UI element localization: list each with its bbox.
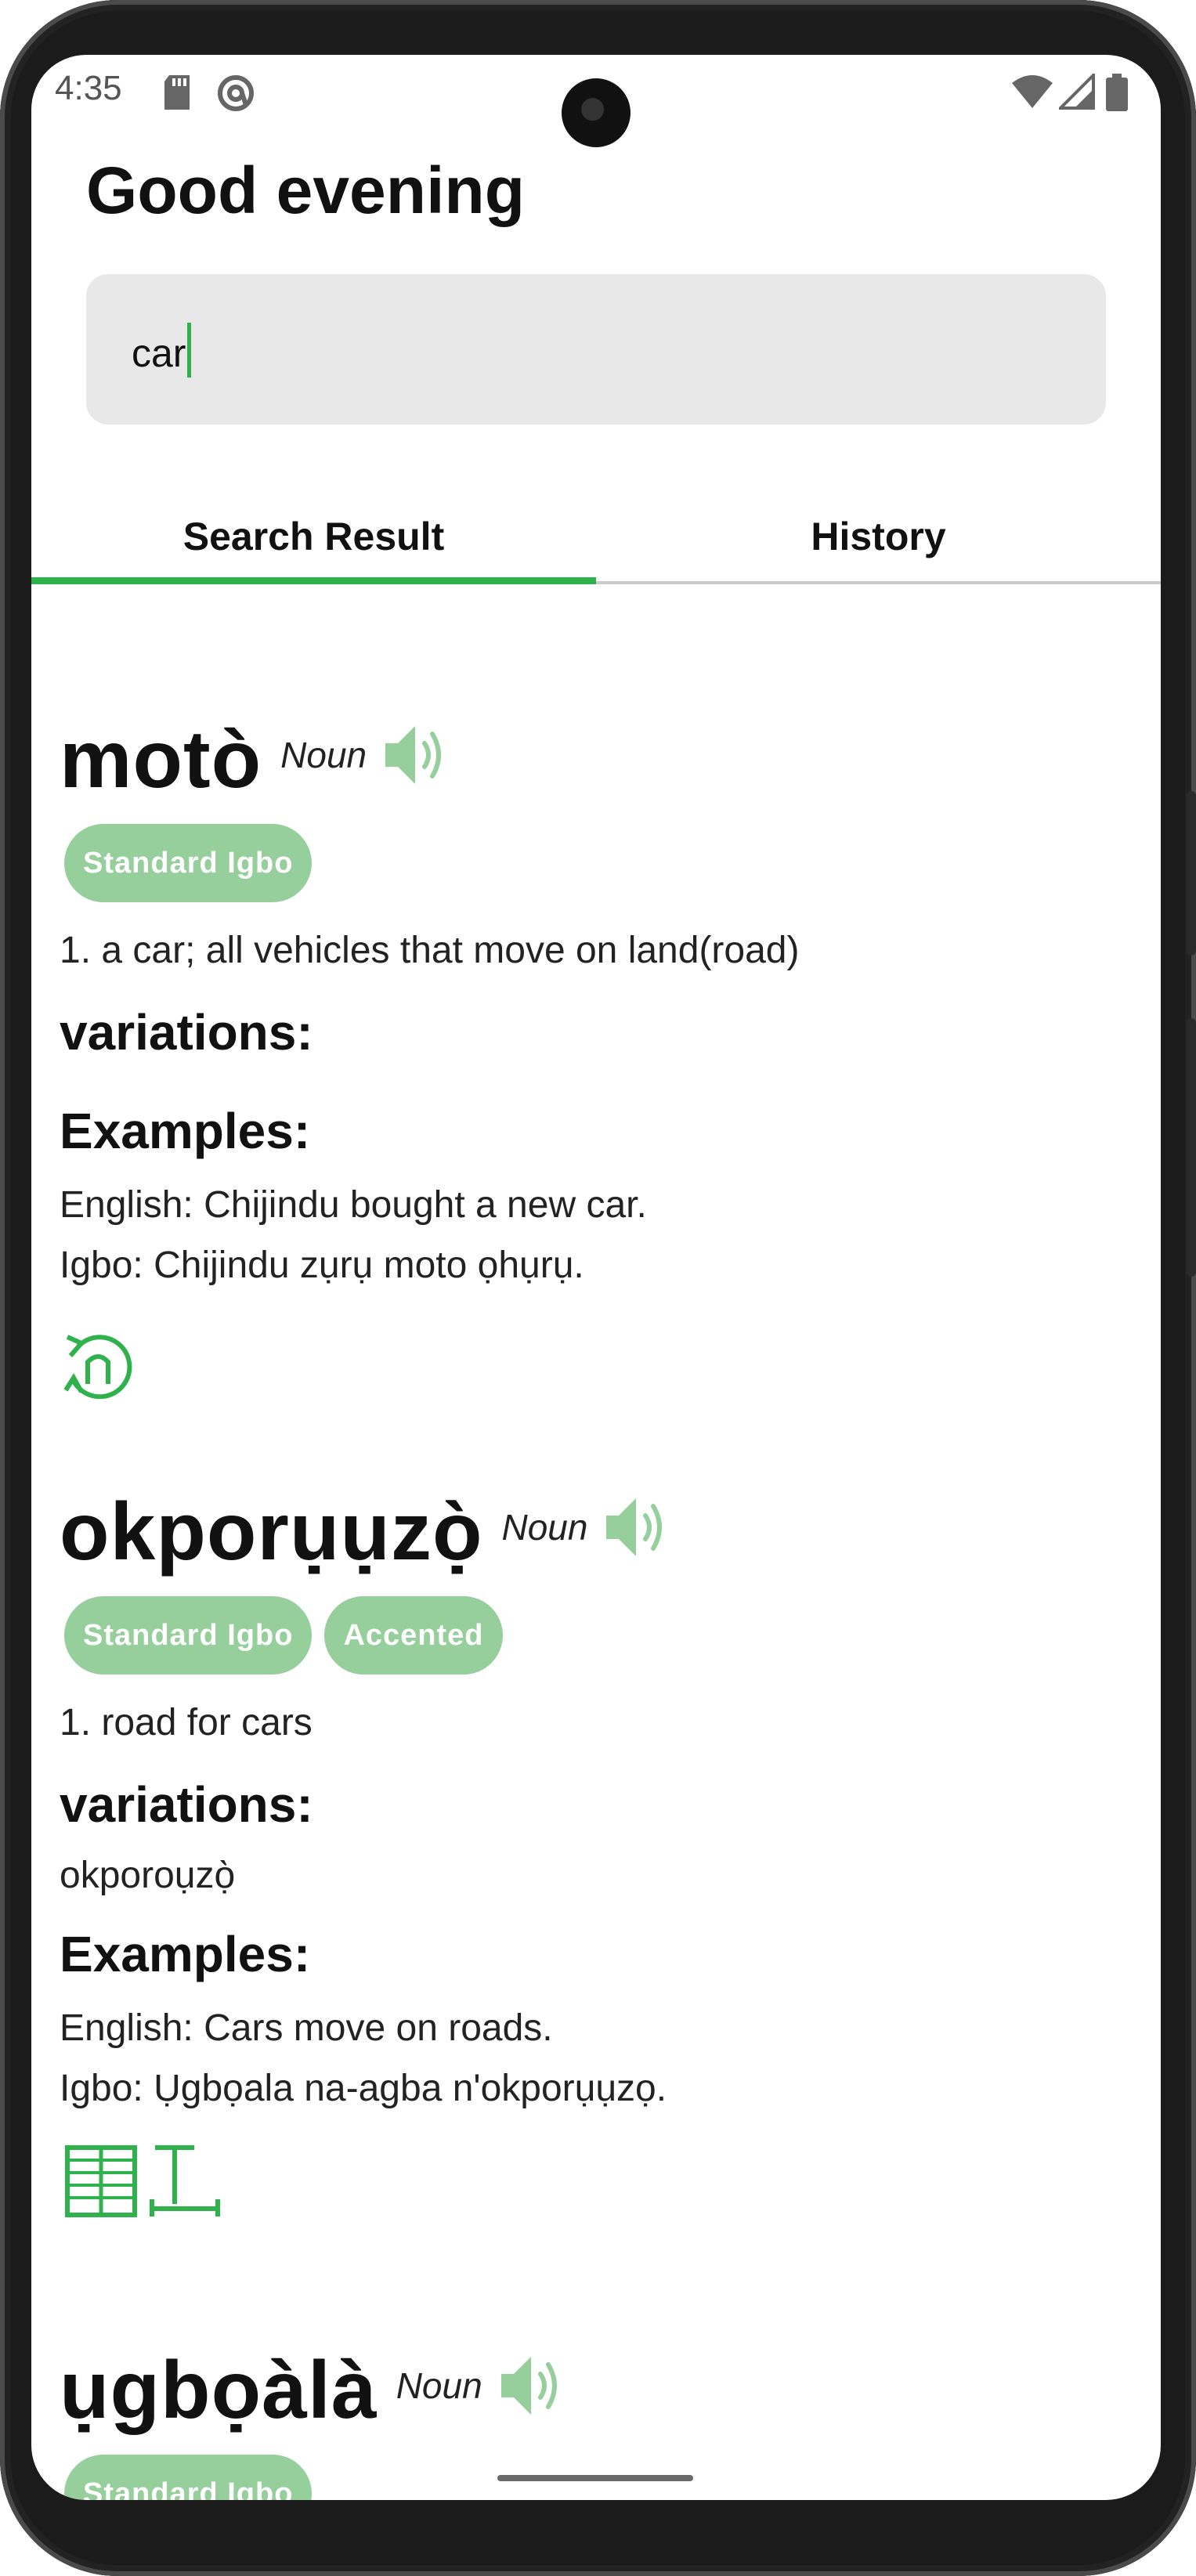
- accented-tag: Accented: [324, 1596, 503, 1675]
- example-english: English: Cars move on roads.: [60, 2007, 553, 2049]
- entry-part-of-speech: Noun: [396, 2365, 482, 2406]
- variation-text: okporoụzọ̀: [60, 1855, 236, 1896]
- screen: 4:35 Good evening car Search Result Hist…: [31, 55, 1161, 2500]
- signal-icon: [1059, 74, 1095, 110]
- wifi-icon: [1012, 75, 1053, 108]
- power-button: [1187, 791, 1196, 956]
- entry-word: ụgbọàlà: [60, 2344, 378, 2436]
- speaker-icon[interactable]: [379, 720, 450, 790]
- result-entry[interactable]: okporụụzọ̀ Noun Standard Igbo Accented 1…: [60, 1485, 1140, 2223]
- variations-heading: variations:: [60, 1004, 313, 1060]
- example-english: English: Chijindu bought a new car.: [60, 1184, 647, 1226]
- entry-part-of-speech: Noun: [280, 735, 367, 775]
- nsibidi-symbol-icon: [65, 2145, 220, 2217]
- home-indicator[interactable]: [497, 2475, 693, 2481]
- entry-definition: 1. a car; all vehicles that move on land…: [60, 930, 800, 971]
- entry-word: motò: [60, 714, 262, 805]
- examples-heading: Examples:: [60, 1926, 311, 1982]
- active-tab-indicator: [31, 577, 596, 584]
- example-igbo: Igbo: Ụgbọala na-agba n'okporụụzọ.: [60, 2068, 667, 2109]
- tab-bar: Search Result History: [31, 493, 1161, 584]
- dialect-tag: Standard Igbo: [64, 2455, 313, 2500]
- search-input-value: car: [132, 331, 186, 375]
- battery-icon: [1106, 74, 1128, 111]
- nsibidi-symbol-icon: [63, 1335, 132, 1400]
- result-entry[interactable]: motò Noun Standard Igbo 1. a car; all ve…: [60, 713, 1140, 1411]
- at-icon: [218, 75, 254, 111]
- examples-heading: Examples:: [60, 1103, 311, 1159]
- example-igbo: Igbo: Chijindu zụrụ moto ọhụrụ.: [60, 1245, 584, 1286]
- search-input[interactable]: car: [86, 274, 1106, 425]
- device-frame: 4:35 Good evening car Search Result Hist…: [0, 0, 1196, 2576]
- tab-search-result[interactable]: Search Result: [31, 493, 596, 584]
- volume-button: [1187, 1018, 1196, 1277]
- entry-word: okporụụzọ̀: [60, 1486, 483, 1577]
- text-caret: [187, 323, 192, 378]
- variations-heading: variations:: [60, 1776, 313, 1833]
- tab-history[interactable]: History: [596, 493, 1161, 584]
- speaker-icon[interactable]: [495, 2350, 565, 2421]
- speaker-icon[interactable]: [600, 1492, 670, 1563]
- front-camera: [562, 78, 631, 147]
- dialect-tag: Standard Igbo: [64, 1596, 313, 1675]
- entry-definition: 1. road for cars: [60, 1702, 313, 1743]
- dialect-tag: Standard Igbo: [64, 824, 313, 902]
- status-time: 4:35: [55, 69, 122, 107]
- sd-card-icon: [164, 75, 190, 110]
- entry-part-of-speech: Noun: [501, 1507, 588, 1548]
- greeting-title: Good evening: [86, 154, 526, 227]
